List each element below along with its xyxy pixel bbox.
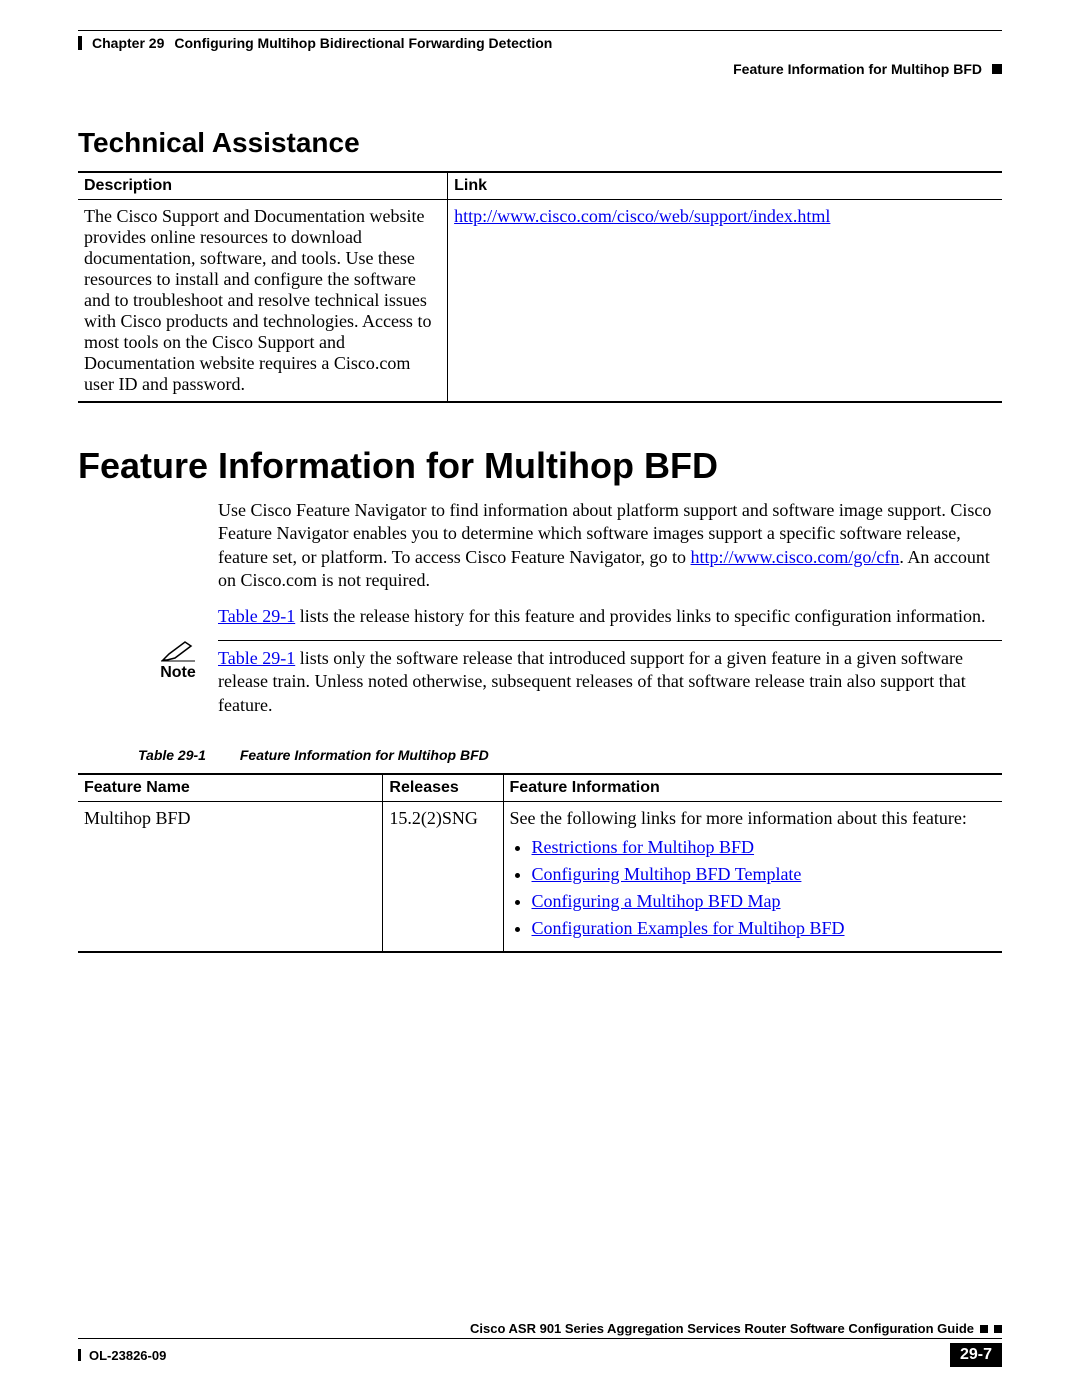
feature-info-intro: See the following links for more informa…	[510, 808, 967, 828]
page-number-badge: 29-7	[950, 1343, 1002, 1367]
feature-name-cell: Multihop BFD	[78, 802, 383, 953]
note-body: lists only the software release that int…	[218, 648, 966, 715]
note-table-ref-link[interactable]: Table 29-1	[218, 648, 295, 668]
note-text: Table 29-1 lists only the software relea…	[218, 640, 1002, 717]
feature-links-list: Restrictions for Multihop BFD Configurin…	[510, 837, 996, 939]
header-rule	[78, 30, 1002, 31]
feature-intro-paragraph-2: Table 29-1 lists the release history for…	[218, 605, 1002, 628]
config-examples-link[interactable]: Configuration Examples for Multihop BFD	[532, 918, 845, 938]
section-header-right: Feature Information for Multihop BFD	[78, 61, 1002, 77]
table-row: The Cisco Support and Documentation webs…	[78, 200, 1002, 403]
releases-cell: 15.2(2)SNG	[383, 802, 503, 953]
table-row: Multihop BFD 15.2(2)SNG See the followin…	[78, 802, 1002, 953]
assist-col-description: Description	[78, 172, 448, 200]
footer-square-icon	[994, 1325, 1002, 1333]
technical-assistance-heading: Technical Assistance	[78, 127, 1002, 159]
feature-info-cell: See the following links for more informa…	[503, 802, 1002, 953]
feature-information-table: Feature Name Releases Feature Informatio…	[78, 773, 1002, 953]
guide-title: Cisco ASR 901 Series Aggregation Service…	[470, 1321, 974, 1336]
assist-description-cell: The Cisco Support and Documentation webs…	[78, 200, 448, 403]
page-footer: Cisco ASR 901 Series Aggregation Service…	[78, 1321, 1002, 1367]
header-square-icon	[992, 64, 1002, 74]
feature-information-heading: Feature Information for Multihop BFD	[78, 445, 1002, 487]
section-title: Feature Information for Multihop BFD	[733, 61, 982, 77]
assist-link-cell: http://www.cisco.com/cisco/web/support/i…	[448, 200, 1002, 403]
col-feature-name: Feature Name	[78, 774, 383, 802]
doc-id: OL-23826-09	[89, 1348, 166, 1363]
chapter-line: Chapter 29 Configuring Multihop Bidirect…	[78, 35, 1002, 51]
col-releases: Releases	[383, 774, 503, 802]
note-icon-column: Note	[138, 640, 218, 682]
pencil-icon	[138, 640, 218, 662]
technical-assistance-table: Description Link The Cisco Support and D…	[78, 171, 1002, 403]
configuring-template-link[interactable]: Configuring Multihop BFD Template	[532, 864, 802, 884]
list-item: Configuring a Multihop BFD Map	[532, 891, 996, 912]
restrictions-link[interactable]: Restrictions for Multihop BFD	[532, 837, 755, 857]
header-bar-icon	[78, 36, 82, 50]
list-item: Configuration Examples for Multihop BFD	[532, 918, 996, 939]
list-item: Restrictions for Multihop BFD	[532, 837, 996, 858]
table-ref-link[interactable]: Table 29-1	[218, 606, 295, 626]
footer-bar-icon	[78, 1349, 81, 1361]
support-link[interactable]: http://www.cisco.com/cisco/web/support/i…	[454, 206, 830, 226]
page-header: Chapter 29 Configuring Multihop Bidirect…	[78, 30, 1002, 77]
chapter-title: Configuring Multihop Bidirectional Forwa…	[174, 35, 552, 51]
table-caption-title: Feature Information for Multihop BFD	[240, 747, 489, 763]
footer-bottom-row: OL-23826-09 29-7	[78, 1343, 1002, 1367]
note-label: Note	[138, 664, 218, 682]
footer-doc-id: OL-23826-09	[78, 1348, 166, 1363]
footer-guide-line: Cisco ASR 901 Series Aggregation Service…	[78, 1321, 1002, 1339]
footer-square-icon	[980, 1325, 988, 1333]
table-caption-number: Table 29-1	[138, 747, 206, 763]
list-item: Configuring Multihop BFD Template	[532, 864, 996, 885]
para2-post: lists the release history for this featu…	[295, 606, 985, 626]
cfn-link[interactable]: http://www.cisco.com/go/cfn	[691, 547, 900, 567]
note-block: Note Table 29-1 lists only the software …	[138, 640, 1002, 717]
chapter-label: Chapter 29	[92, 35, 164, 51]
configuring-map-link[interactable]: Configuring a Multihop BFD Map	[532, 891, 781, 911]
assist-col-link: Link	[448, 172, 1002, 200]
table-caption: Table 29-1 Feature Information for Multi…	[138, 747, 1002, 763]
feature-intro-paragraph-1: Use Cisco Feature Navigator to find info…	[218, 499, 1002, 593]
col-feature-information: Feature Information	[503, 774, 1002, 802]
